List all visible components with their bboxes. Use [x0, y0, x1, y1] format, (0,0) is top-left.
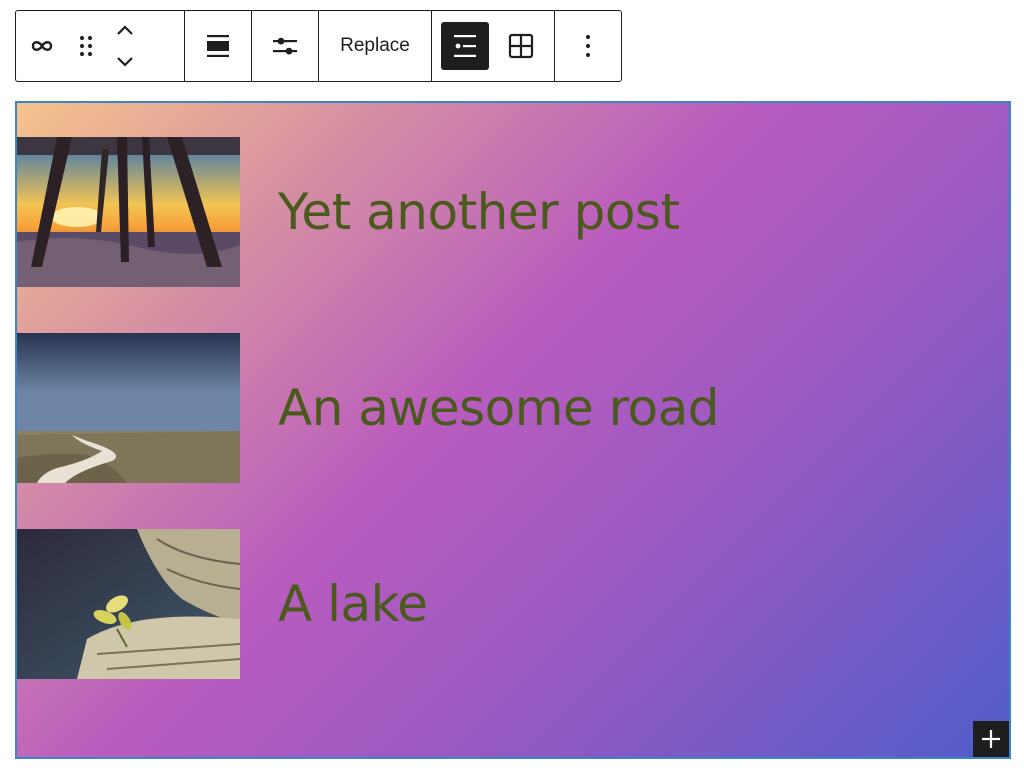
pier-sunset-image	[17, 137, 240, 287]
featured-image[interactable]	[17, 137, 240, 287]
post-item: An awesome road	[17, 333, 917, 483]
chevron-up-icon	[117, 25, 133, 35]
toolbar-group-replace: Replace	[319, 11, 432, 81]
sliders-icon	[273, 37, 297, 55]
post-item: Yet another post	[17, 137, 917, 287]
block-toolbar: Replace	[15, 10, 622, 82]
add-block-button[interactable]	[973, 721, 1009, 757]
more-vertical-icon	[586, 35, 590, 57]
grid-view-button[interactable]	[497, 22, 545, 70]
block-type-button[interactable]	[20, 22, 64, 70]
featured-image[interactable]	[17, 333, 240, 483]
plus-icon	[982, 730, 1000, 748]
query-loop-block[interactable]: Yet another post An awesome road A lake	[15, 101, 1011, 759]
toolbar-group-more	[555, 11, 621, 81]
move-down-button[interactable]	[114, 50, 136, 74]
block-mover	[108, 16, 142, 76]
featured-image[interactable]	[17, 529, 240, 679]
toolbar-group-settings	[252, 11, 319, 81]
move-up-button[interactable]	[114, 18, 136, 42]
post-item: A lake	[17, 529, 917, 679]
post-title[interactable]: A lake	[278, 575, 428, 633]
align-button[interactable]	[195, 22, 241, 70]
replace-button[interactable]: Replace	[332, 22, 418, 70]
toolbar-group-layout	[432, 11, 555, 81]
grid-view-icon	[508, 33, 534, 59]
list-view-icon	[454, 35, 476, 57]
toolbar-group-block	[16, 11, 185, 81]
post-title[interactable]: An awesome road	[278, 379, 720, 437]
drag-handle[interactable]	[64, 22, 108, 70]
chevron-down-icon	[117, 57, 133, 67]
plant-on-log-image	[17, 529, 240, 679]
display-settings-button[interactable]	[262, 22, 308, 70]
align-wide-icon	[207, 35, 229, 57]
list-view-button[interactable]	[441, 22, 489, 70]
more-options-button[interactable]	[565, 22, 611, 70]
link-loop-icon	[31, 41, 53, 51]
post-title[interactable]: Yet another post	[278, 183, 680, 241]
country-road-image	[17, 333, 240, 483]
drag-handle-icon	[80, 36, 92, 56]
toolbar-group-align	[185, 11, 252, 81]
